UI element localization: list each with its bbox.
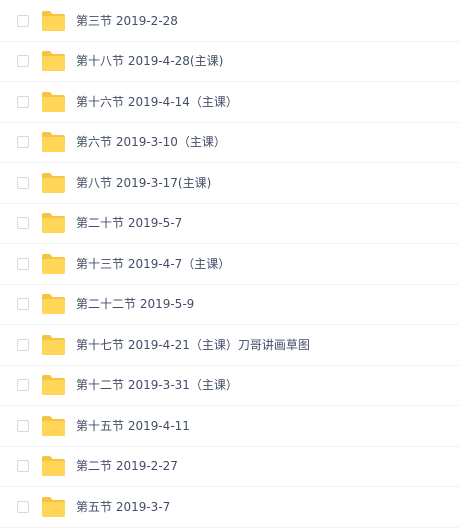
list-item[interactable]: 第二十节 2019-5-7 [0,204,459,244]
row-checkbox[interactable] [17,177,29,189]
row-checkbox[interactable] [17,420,29,432]
file-list: 第三节 2019-2-28 第十八节 2019-4-28(主课) 第十六节 20… [0,0,459,529]
list-item[interactable]: 第二十二节 2019-5-9 [0,285,459,325]
row-checkbox[interactable] [17,339,29,351]
folder-icon [41,253,66,275]
folder-icon [41,91,66,113]
folder-icon [41,212,66,234]
folder-name[interactable]: 第二十节 2019-5-7 [76,215,182,231]
list-item[interactable]: 第十六节 2019-4-14（主课） [0,83,459,123]
folder-icon [41,334,66,356]
folder-name[interactable]: 第十五节 2019-4-11 [76,418,190,434]
list-item[interactable]: 第十七节 2019-4-21（主课）刀哥讲画草图 [0,326,459,366]
folder-icon [41,374,66,396]
row-checkbox[interactable] [17,258,29,270]
folder-name[interactable]: 第三节 2019-2-28 [76,13,178,29]
row-checkbox[interactable] [17,217,29,229]
list-item[interactable]: 第十八节 2019-4-28(主课) [0,42,459,82]
folder-icon [41,172,66,194]
list-item[interactable]: 第十三节 2019-4-7（主课） [0,245,459,285]
folder-name[interactable]: 第十三节 2019-4-7（主课） [76,256,230,272]
row-checkbox[interactable] [17,55,29,67]
folder-name[interactable]: 第二节 2019-2-27 [76,458,178,474]
folder-icon [41,415,66,437]
row-checkbox[interactable] [17,460,29,472]
list-item[interactable]: 第十二节 2019-3-31（主课） [0,366,459,406]
folder-name[interactable]: 第六节 2019-3-10（主课） [76,134,226,150]
list-item[interactable]: 第三节 2019-2-28 [0,2,459,42]
row-checkbox[interactable] [17,379,29,391]
row-checkbox[interactable] [17,501,29,513]
list-item[interactable]: 第八节 2019-3-17(主课) [0,164,459,204]
folder-icon [41,10,66,32]
folder-icon [41,455,66,477]
list-item[interactable]: 第六节 2019-3-10（主课） [0,123,459,163]
list-item[interactable]: 第十五节 2019-4-11 [0,407,459,447]
folder-icon [41,131,66,153]
folder-name[interactable]: 第二十二节 2019-5-9 [76,296,194,312]
folder-icon [41,293,66,315]
folder-name[interactable]: 第五节 2019-3-7 [76,499,170,515]
folder-icon [41,50,66,72]
folder-icon [41,496,66,518]
row-checkbox[interactable] [17,136,29,148]
folder-name[interactable]: 第十八节 2019-4-28(主课) [76,53,223,69]
folder-name[interactable]: 第十六节 2019-4-14（主课） [76,94,238,110]
list-item[interactable]: 第二节 2019-2-27 [0,447,459,487]
list-item[interactable]: 第五节 2019-3-7 [0,488,459,528]
row-checkbox[interactable] [17,298,29,310]
row-checkbox[interactable] [17,15,29,27]
folder-name[interactable]: 第十二节 2019-3-31（主课） [76,377,238,393]
folder-name[interactable]: 第十七节 2019-4-21（主课）刀哥讲画草图 [76,337,310,353]
folder-name[interactable]: 第八节 2019-3-17(主课) [76,175,211,191]
row-checkbox[interactable] [17,96,29,108]
